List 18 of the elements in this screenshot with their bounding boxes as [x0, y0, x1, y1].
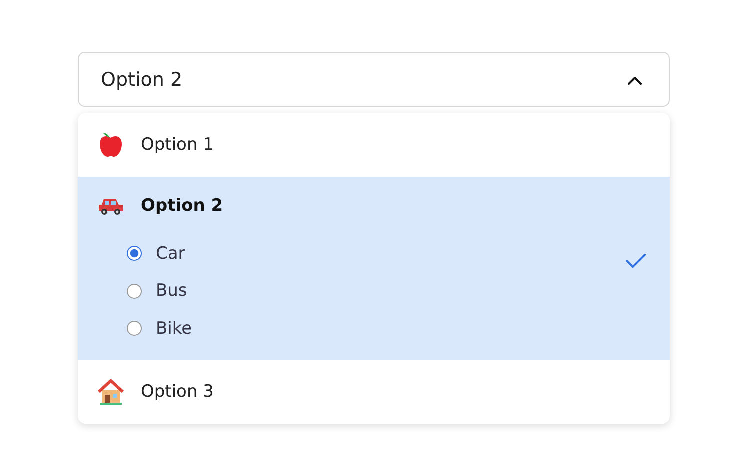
dropdown-option[interactable]: Option 2 Car Bus Bike: [78, 177, 670, 360]
select-field[interactable]: Option 2: [78, 52, 670, 107]
chevron-icon: [627, 74, 643, 84]
dropdown-option[interactable]: Option 1: [78, 113, 670, 177]
option-label: Option 3: [141, 382, 214, 402]
option-label: Option 2: [141, 196, 224, 216]
radio-label: Bike: [156, 318, 192, 339]
radio-label: Car: [156, 244, 186, 264]
radio-button[interactable]: [127, 284, 142, 299]
radio-button[interactable]: [127, 246, 142, 262]
check-icon: [625, 253, 647, 269]
radio-button[interactable]: [127, 321, 142, 336]
apple-icon: [97, 131, 125, 159]
radio-label: Bus: [156, 281, 188, 302]
house-icon: [97, 378, 125, 406]
car-icon: [97, 196, 125, 216]
option-label: Option 1: [141, 135, 214, 155]
dropdown-option[interactable]: Option 3: [78, 360, 670, 424]
